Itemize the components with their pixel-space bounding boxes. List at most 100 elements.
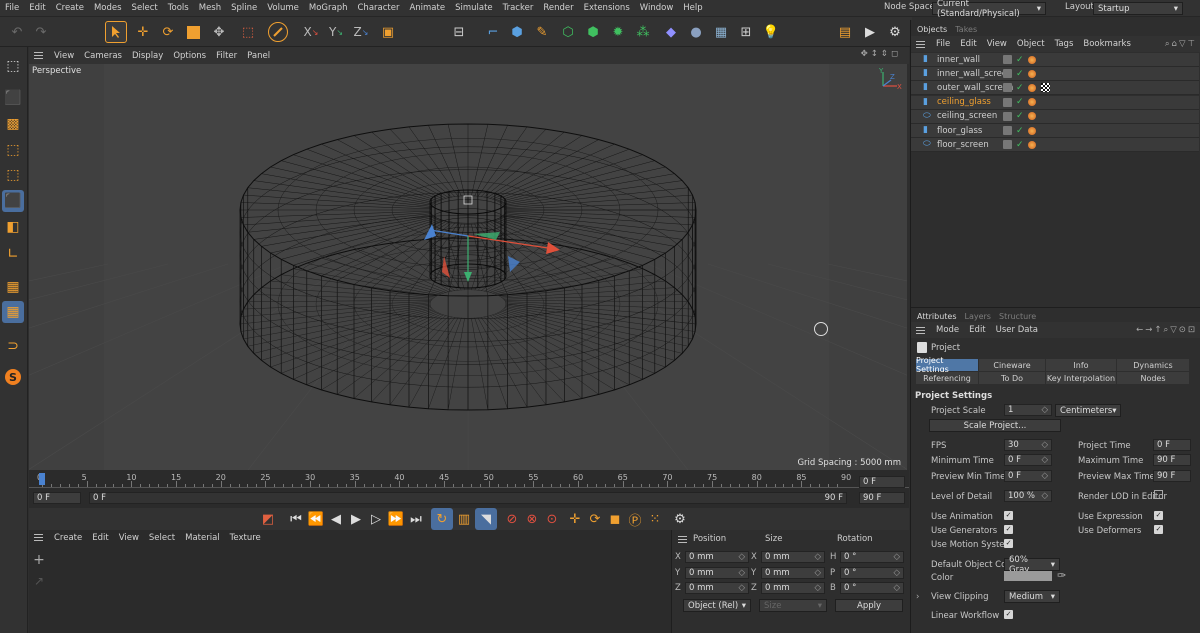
make-editable-icon[interactable]: ⬚ xyxy=(2,55,24,77)
previous-key-icon[interactable]: ⏪ xyxy=(305,508,327,530)
redo-icon[interactable]: ↷ xyxy=(30,21,52,43)
menu-character[interactable]: Character xyxy=(353,3,405,13)
tab-info[interactable]: Info xyxy=(1046,359,1116,371)
use-generators-checkbox[interactable]: ✓ xyxy=(1004,525,1013,534)
visibility-toggle-icon[interactable] xyxy=(1003,126,1012,135)
enabled-check-icon[interactable]: ✓ xyxy=(1016,126,1024,136)
sketch-style-icon[interactable]: S xyxy=(2,366,24,388)
viewport-menu-panel[interactable]: Panel xyxy=(242,51,275,61)
rot-field-p[interactable]: 0 ° ◇ xyxy=(840,566,904,579)
render-settings-icon[interactable]: ⚙ xyxy=(884,21,906,43)
y-axis-lock-icon[interactable]: Y ↘ xyxy=(325,21,347,43)
visibility-toggle-icon[interactable] xyxy=(1003,111,1012,121)
move-tool-icon[interactable]: ✛ xyxy=(132,21,154,43)
material-tag-icon[interactable] xyxy=(1028,140,1036,149)
project-scale-field[interactable]: 1 ◇ xyxy=(1004,404,1052,416)
viewport-navigation-icons[interactable]: ✥↕⇕◻ xyxy=(861,49,901,59)
current-frame-field[interactable]: 0 F xyxy=(859,476,905,488)
material-arrow-icon[interactable]: ↗ xyxy=(31,574,47,590)
timeline[interactable]: 051015202530354045505560657075808590 0 F… xyxy=(29,470,909,508)
visibility-toggle-icon[interactable] xyxy=(1003,140,1012,150)
use-animation-checkbox[interactable]: ✓ xyxy=(1004,511,1013,520)
object-list-empty-area[interactable] xyxy=(911,154,1200,304)
objects-menu-object[interactable]: Object xyxy=(1012,39,1050,49)
viewport-menu-cameras[interactable]: Cameras xyxy=(79,51,127,61)
camera-icon[interactable]: ⊞ xyxy=(735,21,757,43)
pen-tool-icon[interactable]: ✎ xyxy=(531,21,553,43)
scale-project-button[interactable]: Scale Project... xyxy=(929,419,1061,432)
material-tag-icon[interactable] xyxy=(1028,83,1036,92)
menu-simulate[interactable]: Simulate xyxy=(450,3,498,13)
key-rotation-icon[interactable]: ⟳ xyxy=(584,508,606,530)
viewport-menu-filter[interactable]: Filter xyxy=(211,51,242,61)
default-object-color-dropdown[interactable]: 60% Gray ▾ xyxy=(1004,555,1060,575)
attributes-menu-edit[interactable]: Edit xyxy=(964,325,990,335)
viewport[interactable]: Perspective YXZ Grid Spacing : 5000 mm xyxy=(29,64,907,470)
select-tool-icon[interactable] xyxy=(105,21,127,43)
tab-takes[interactable]: Takes xyxy=(951,25,981,34)
timeline-playhead[interactable] xyxy=(39,473,45,485)
tab-attributes[interactable]: Attributes xyxy=(913,312,961,321)
add-material-icon[interactable]: + xyxy=(31,552,47,568)
menu-tools[interactable]: Tools xyxy=(163,3,194,13)
node-space-dropdown[interactable]: Current (Standard/Physical) ▾ xyxy=(932,0,1046,19)
viewport-menu-options[interactable]: Options xyxy=(168,51,211,61)
apply-button[interactable]: Apply xyxy=(835,599,903,612)
object-row[interactable]: ⬭ ceiling_screen ✓ xyxy=(911,109,1199,124)
rot-field-h[interactable]: 0 ° ◇ xyxy=(840,551,904,563)
axis-mode-icon[interactable]: ∟ xyxy=(2,243,24,265)
loop-icon[interactable]: ↻ xyxy=(431,508,453,530)
material-tag-icon[interactable] xyxy=(1028,69,1036,78)
key-point-level-icon[interactable]: ⁙ xyxy=(644,508,666,530)
edges-mode-icon[interactable]: ⬚ xyxy=(2,164,24,186)
enabled-check-icon[interactable]: ✓ xyxy=(1016,55,1024,65)
workplane-icon[interactable]: ▦ xyxy=(2,301,24,323)
layout-dropdown[interactable]: Startup ▾ xyxy=(1093,2,1183,15)
tab-layers[interactable]: Layers xyxy=(961,312,995,321)
menu-create[interactable]: Create xyxy=(51,3,89,13)
project-scale-unit-dropdown[interactable]: Centimeters ▾ xyxy=(1055,404,1121,417)
size-field-z[interactable]: 0 mm ◇ xyxy=(761,582,825,594)
menu-window[interactable]: Window xyxy=(635,3,679,13)
render-view-icon[interactable]: ⊟ xyxy=(448,21,470,43)
fps-field[interactable]: 30 ◇ xyxy=(1004,439,1052,451)
enabled-check-icon[interactable]: ✓ xyxy=(1016,83,1024,93)
transform-tool-icon[interactable]: ✥ xyxy=(208,21,230,43)
record-active-icon[interactable]: ⊗ xyxy=(521,508,543,530)
enabled-check-icon[interactable]: ✓ xyxy=(1016,97,1024,107)
viewport-menu-view[interactable]: View xyxy=(49,51,79,61)
field-icon[interactable]: ● xyxy=(685,21,707,43)
objects-menu-file[interactable]: File xyxy=(931,39,955,49)
hamburger-icon[interactable] xyxy=(916,40,925,48)
objects-menu-edit[interactable]: Edit xyxy=(955,39,981,49)
tab-project-settings[interactable]: Project Settings xyxy=(916,356,978,374)
visibility-toggle-icon[interactable] xyxy=(1003,83,1012,93)
viewport-menu-display[interactable]: Display xyxy=(127,51,168,61)
timeline-ruler[interactable]: 051015202530354045505560657075808590 xyxy=(29,472,909,488)
tab-cineware[interactable]: Cineware xyxy=(979,359,1045,371)
objects-menu-view[interactable]: View xyxy=(982,39,1012,49)
level-of-detail-field[interactable]: 100 % ◇ xyxy=(1004,490,1052,502)
objects-menu-bookmarks[interactable]: Bookmarks xyxy=(1078,39,1136,49)
material-tag-icon[interactable] xyxy=(1028,55,1036,64)
go-to-end-icon[interactable]: ⏭ xyxy=(405,508,427,530)
project-time-field[interactable]: 0 F xyxy=(1153,439,1191,451)
material-menu-edit[interactable]: Edit xyxy=(87,533,113,543)
scale-tool-icon[interactable] xyxy=(182,21,204,43)
tab-objects[interactable]: Objects xyxy=(913,25,951,34)
rotate-tool-icon[interactable]: ⟳ xyxy=(157,21,179,43)
visibility-toggle-icon[interactable] xyxy=(1003,69,1012,79)
pos-field-x[interactable]: 0 mm ◇ xyxy=(685,551,749,563)
menu-help[interactable]: Help xyxy=(678,3,707,13)
attributes-menu-mode[interactable]: Mode xyxy=(931,325,964,335)
hamburger-icon[interactable] xyxy=(34,534,43,541)
pos-field-z[interactable]: 0 mm ◇ xyxy=(685,582,749,594)
rot-field-b[interactable]: 0 ° ◇ xyxy=(840,582,904,594)
play-icon[interactable]: ▶ xyxy=(345,508,367,530)
attributes-menu-user-data[interactable]: User Data xyxy=(991,325,1043,335)
material-tag-icon[interactable] xyxy=(1028,112,1036,121)
size-mode-dropdown[interactable]: Size ▾ xyxy=(759,599,827,612)
material-tag-icon[interactable] xyxy=(1028,126,1036,135)
menu-render[interactable]: Render xyxy=(538,3,578,13)
start-frame-field[interactable]: 0 F xyxy=(33,492,81,504)
